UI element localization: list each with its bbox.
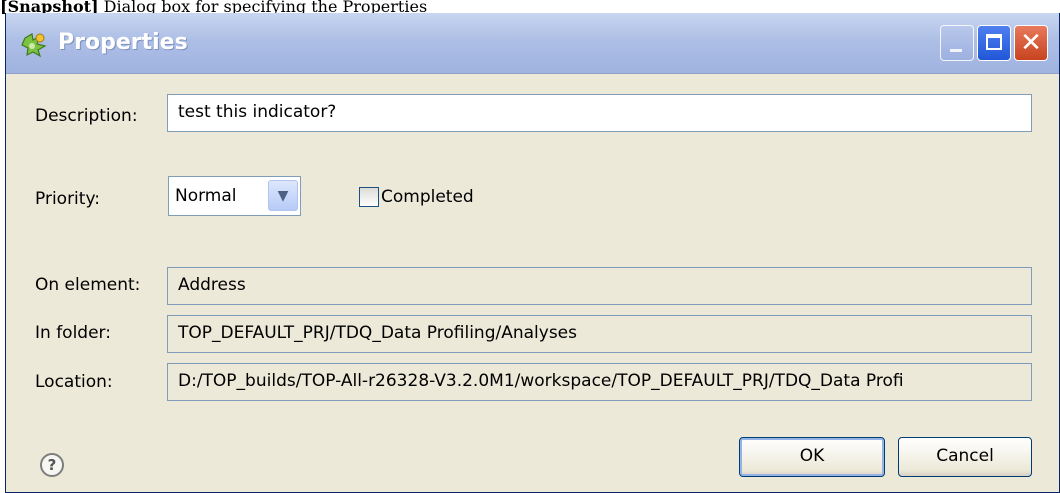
maximize-button[interactable] (977, 25, 1011, 61)
ok-button[interactable]: OK (739, 437, 885, 477)
maximize-icon (986, 34, 1002, 50)
caption-bold: [Snapshot] (0, 0, 99, 14)
chevron-down-icon[interactable]: ▼ (268, 180, 298, 211)
close-icon: ✕ (1020, 28, 1042, 58)
location-field: D:/TOP_builds/TOP-All-r26328-V3.2.0M1/wo… (167, 363, 1032, 401)
page-caption: [Snapshot] Dialog box for specifying the… (0, 0, 1060, 14)
cancel-button[interactable]: Cancel (898, 437, 1032, 477)
properties-dialog: Properties ✕ Description: test this indi… (5, 13, 1060, 493)
in-folder-field: TOP_DEFAULT_PRJ/TDQ_Data Profiling/Analy… (167, 315, 1032, 353)
description-input[interactable]: test this indicator? (167, 94, 1032, 132)
in-folder-label: In folder: (35, 323, 111, 343)
plugin-puzzle-icon (21, 33, 47, 58)
priority-selected-value: Normal (175, 186, 237, 206)
completed-label[interactable]: Completed (381, 186, 474, 208)
close-button[interactable]: ✕ (1014, 25, 1048, 61)
on-element-field: Address (167, 267, 1032, 305)
priority-select[interactable]: Normal ▼ (168, 176, 301, 216)
dialog-title: Properties (58, 30, 188, 55)
title-bar[interactable]: Properties ✕ (6, 13, 1059, 74)
caption-rest: Dialog box for specifying the Properties (98, 0, 428, 14)
location-label: Location: (35, 372, 113, 392)
minimize-button[interactable] (940, 25, 974, 61)
completed-checkbox[interactable] (359, 187, 379, 207)
minimize-icon (950, 49, 962, 52)
priority-label: Priority: (35, 189, 100, 209)
description-label: Description: (35, 106, 138, 126)
on-element-label: On element: (35, 275, 141, 295)
help-icon[interactable]: ? (40, 453, 64, 477)
